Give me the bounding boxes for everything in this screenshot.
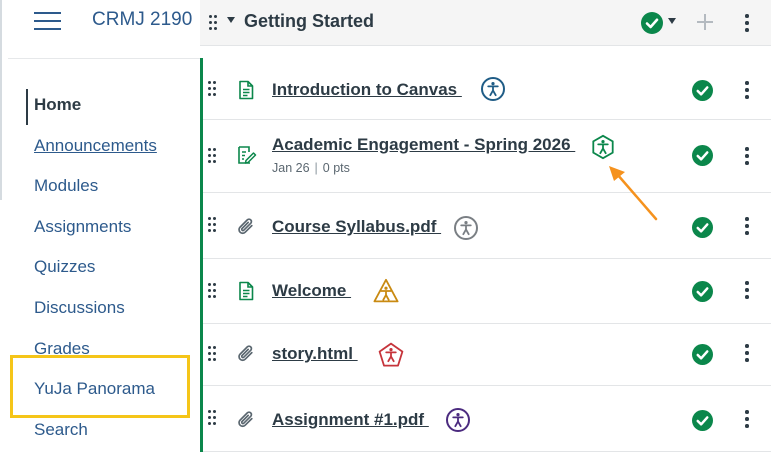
module-item-meta: Jan 26 | 0 pts [272,161,350,175]
nav-link-discussions[interactable]: Discussions [34,298,125,318]
drag-handle-icon[interactable] [208,81,216,97]
accessibility-triangle-icon[interactable] [373,278,399,304]
module-item-title[interactable]: Introduction to Canvas [272,80,462,100]
nav-item-announcements: Announcements [0,126,200,167]
nav-link-search[interactable]: Search [34,420,88,440]
module-item-title[interactable]: story.html [272,344,358,364]
attachment-icon [235,409,257,431]
nav-item-grades: Grades [0,329,200,370]
item-options-kebab-icon[interactable] [744,281,750,299]
module-header[interactable]: Getting Started [200,0,771,46]
accessibility-hexagon-icon[interactable] [590,134,616,160]
item-options-kebab-icon[interactable] [744,410,750,428]
course-nav-list: Home Announcements Modules Assignments Quizz… [0,85,200,450]
accessibility-circle-icon[interactable] [445,407,471,433]
nav-item-assignments: Assignments [0,207,200,248]
module-item-title[interactable]: Assignment #1.pdf [272,410,429,430]
item-options-kebab-icon[interactable] [744,81,750,99]
published-check-icon[interactable] [692,344,713,365]
publish-menu-caret-icon[interactable] [668,18,676,24]
accessibility-circle-icon[interactable] [480,76,506,102]
item-options-kebab-icon[interactable] [744,147,750,165]
module-item-row[interactable]: Assignment #1.pdf [203,386,771,452]
nav-item-search: Search [0,410,200,451]
drag-handle-icon[interactable] [208,410,216,426]
module-published-icon[interactable] [641,12,663,34]
module-item-row[interactable]: Academic Engagement - Spring 2026 Jan 26… [203,120,771,193]
points: 0 pts [322,161,350,175]
nav-item-discussions: Discussions [0,288,200,329]
collapse-caret-icon[interactable] [227,17,235,23]
drag-handle-icon[interactable] [208,217,216,233]
drag-handle-icon[interactable] [209,15,217,31]
published-check-icon[interactable] [692,410,713,431]
module-item-row[interactable]: Course Syllabus.pdf [203,193,771,259]
nav-item-home: Home [0,85,200,126]
published-check-icon[interactable] [692,217,713,238]
module-item-row[interactable]: Introduction to Canvas [203,59,771,120]
published-check-icon[interactable] [692,281,713,302]
page-icon [235,79,257,101]
accessibility-circle-icon[interactable] [453,215,479,241]
accessibility-pentagon-icon[interactable] [378,342,404,368]
nav-link-home[interactable]: Home [34,95,81,115]
module-item-title[interactable]: Welcome [272,281,351,301]
page-icon [235,280,257,302]
nav-link-modules[interactable]: Modules [34,176,98,196]
nav-link-quizzes[interactable]: Quizzes [34,257,95,277]
course-navigation: CRMJ 2190 Home Announcements Modules Assign… [0,0,200,452]
nav-item-yuja-panorama: YuJa Panorama [0,369,200,410]
meta-separator: | [314,161,318,175]
attachment-icon [235,216,257,238]
add-item-icon[interactable] [697,13,713,31]
nav-link-announcements[interactable]: Announcements [34,136,157,156]
nav-link-grades[interactable]: Grades [34,339,90,359]
divider [8,58,200,59]
course-code-link[interactable]: CRMJ 2190 [92,9,192,31]
nav-item-modules: Modules [0,166,200,207]
module-title: Getting Started [244,11,375,31]
module-getting-started: Getting Started Introduction to Canvas A… [200,0,771,452]
module-item-row[interactable]: story.html [203,324,771,386]
module-item-title[interactable]: Academic Engagement - Spring 2026 [272,135,575,155]
item-options-kebab-icon[interactable] [744,217,750,235]
nav-link-yuja-panorama[interactable]: YuJa Panorama [34,379,155,399]
hamburger-menu-icon[interactable] [34,12,62,32]
drag-handle-icon[interactable] [208,148,216,164]
drag-handle-icon[interactable] [208,346,216,362]
module-item-title[interactable]: Course Syllabus.pdf [272,217,441,237]
due-date: Jan 26 [272,161,310,175]
published-check-icon[interactable] [692,145,713,166]
published-check-icon[interactable] [692,80,713,101]
nav-item-quizzes: Quizzes [0,247,200,288]
module-options-kebab-icon[interactable] [744,14,750,32]
module-item-row[interactable]: Welcome [203,259,771,324]
assignment-icon [235,144,257,166]
attachment-icon [235,343,257,365]
drag-handle-icon[interactable] [208,283,216,299]
item-options-kebab-icon[interactable] [744,344,750,362]
nav-link-assignments[interactable]: Assignments [34,217,131,237]
